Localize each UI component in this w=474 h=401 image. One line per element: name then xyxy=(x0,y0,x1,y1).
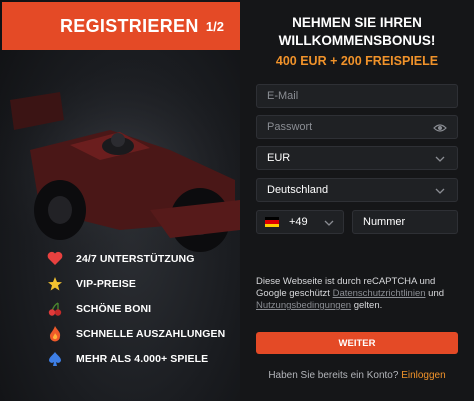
spade-icon xyxy=(46,350,64,368)
benefit-label: MEHR ALS 4.000+ SPIELE xyxy=(76,352,209,365)
captcha-text4: gelten. xyxy=(353,300,383,311)
bonus-offer: 400 EUR + 200 FREISPIELE xyxy=(275,54,439,68)
benefit-label: VIP-PREISE xyxy=(76,277,136,290)
registration-form-panel: NEHMEN SIE IHREN WILLKOMMENSBONUS! 400 E… xyxy=(240,0,474,401)
email-field[interactable]: E-Mail xyxy=(256,84,458,108)
register-header: REGISTRIEREN 1/2 xyxy=(2,2,240,50)
step-indicator: 1/2 xyxy=(205,19,224,34)
star-icon xyxy=(46,275,64,293)
login-prompt: Haben Sie bereits ein Konto? Einloggen xyxy=(240,370,474,381)
recaptcha-notice: Diese Webseite ist durch reCAPTCHA und G… xyxy=(256,276,466,312)
list-item: VIP-PREISE xyxy=(46,271,225,296)
phone-placeholder: Nummer xyxy=(363,216,406,228)
list-item: 24/7 UNTERSTÜTZUNG xyxy=(46,246,225,271)
terms-of-use-link[interactable]: Nutzungsbedingungen xyxy=(256,300,351,311)
promo-panel: REGISTRIEREN 1/2 24/7 UNTERSTÜTZUNG VIP-… xyxy=(0,0,240,401)
race-car-illustration xyxy=(0,60,240,260)
fire-icon xyxy=(46,325,64,343)
register-title: REGISTRIEREN xyxy=(60,16,199,36)
eye-icon[interactable] xyxy=(433,121,447,135)
captcha-text1: Diese Webseite ist durch reCAPTCHA und xyxy=(256,276,436,287)
benefits-list: 24/7 UNTERSTÜTZUNG VIP-PREISE SCHÖNE BON… xyxy=(46,246,225,371)
chevron-down-icon xyxy=(323,216,335,233)
cherries-icon xyxy=(46,300,64,318)
login-question: Haben Sie bereits ein Konto? xyxy=(268,370,399,381)
benefit-label: 24/7 UNTERSTÜTZUNG xyxy=(76,252,195,265)
password-placeholder: Passwort xyxy=(267,121,313,133)
benefit-label: SCHNELLE AUSZAHLUNGEN xyxy=(76,327,226,340)
germany-flag-icon xyxy=(265,217,279,227)
password-field[interactable]: Passwort xyxy=(256,115,458,139)
captcha-text3: und xyxy=(428,288,445,299)
country-value: Deutschland xyxy=(267,184,329,196)
list-item: SCHÖNE BONI xyxy=(46,296,225,321)
currency-select[interactable]: EUR xyxy=(256,146,458,170)
phone-number-field[interactable]: Nummer xyxy=(352,210,458,234)
list-item: MEHR ALS 4.000+ SPIELE xyxy=(46,346,225,371)
benefit-label: SCHÖNE BONI xyxy=(76,302,152,315)
country-select[interactable]: Deutschland xyxy=(256,178,458,202)
continue-button[interactable]: WEITER xyxy=(256,332,458,354)
phone-code-value: +49 xyxy=(289,216,308,228)
bonus-title-line2: WILLKOMMENSBONUS! xyxy=(278,33,436,48)
phone-code-select[interactable]: +49 xyxy=(256,210,344,234)
chevron-down-icon xyxy=(433,152,447,166)
privacy-policy-link[interactable]: Datenschutzrichtlinien xyxy=(333,288,426,299)
currency-value: EUR xyxy=(267,152,291,164)
chevron-down-icon xyxy=(433,184,447,198)
captcha-text2: Google geschützt xyxy=(256,288,330,299)
bonus-title-line1: NEHMEN SIE IHREN xyxy=(292,15,422,30)
heart-icon xyxy=(46,250,64,268)
login-link[interactable]: Einloggen xyxy=(401,370,445,381)
email-placeholder: E-Mail xyxy=(267,90,299,102)
bonus-title: NEHMEN SIE IHREN WILLKOMMENSBONUS! xyxy=(240,14,474,50)
list-item: SCHNELLE AUSZAHLUNGEN xyxy=(46,321,225,346)
